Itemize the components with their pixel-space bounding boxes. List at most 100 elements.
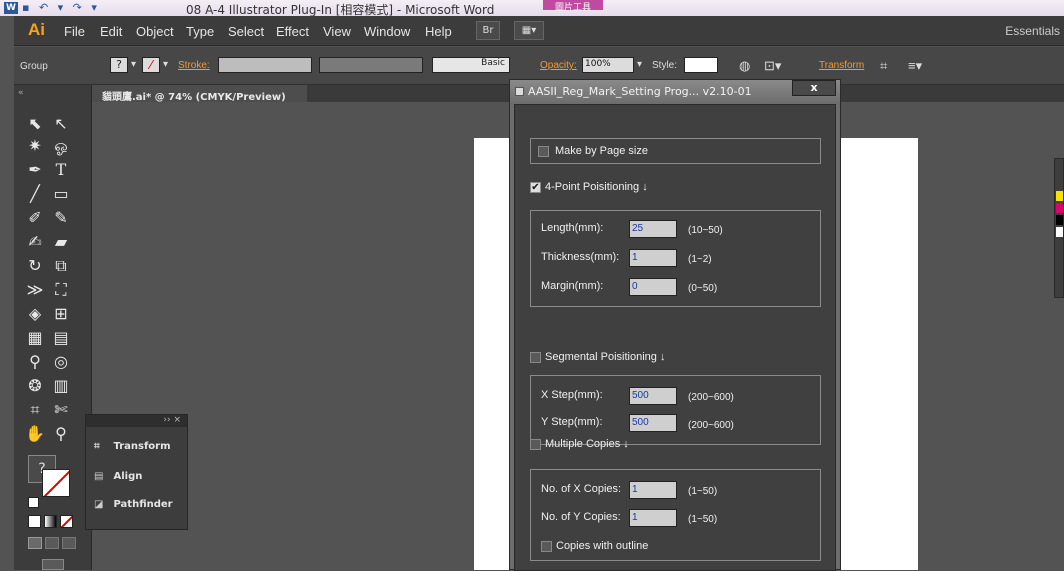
slice-tool-icon[interactable]: ✄ bbox=[50, 399, 72, 421]
illustrator-menu-bar: Ai File Edit Object Type Select Effect V… bbox=[14, 16, 1064, 46]
x-copies-input[interactable]: 1 bbox=[629, 481, 677, 499]
graphic-style-swatch[interactable] bbox=[684, 57, 718, 73]
symbol-sprayer-tool-icon[interactable]: ❂ bbox=[24, 375, 46, 397]
thickness-input[interactable]: 1 bbox=[629, 249, 677, 267]
panel-options-icon[interactable]: ≡▾ bbox=[908, 58, 922, 74]
hand-tool-icon[interactable]: ✋ bbox=[24, 423, 46, 445]
eraser-tool-icon[interactable]: ▰ bbox=[50, 231, 72, 253]
menu-window[interactable]: Window bbox=[364, 24, 410, 39]
lasso-tool-icon[interactable]: ஓ bbox=[50, 135, 72, 157]
opacity-dropdown-icon[interactable]: ▾ bbox=[637, 59, 642, 70]
arrange-documents-button[interactable]: ▦▾ bbox=[514, 21, 544, 40]
y-step-label: Y Step(mm): bbox=[541, 416, 603, 428]
opacity-field[interactable]: 100% bbox=[582, 57, 634, 73]
selection-tool-icon[interactable]: ⬉ bbox=[24, 113, 46, 135]
dialog-close-button[interactable]: x bbox=[792, 80, 836, 96]
default-colors-icon[interactable] bbox=[28, 497, 39, 508]
mesh-tool-icon[interactable]: ▦ bbox=[24, 327, 46, 349]
x-step-input[interactable]: 500 bbox=[629, 387, 677, 405]
artboard-tool-icon[interactable]: ⌗ bbox=[24, 399, 46, 421]
segmental-checkbox[interactable] bbox=[530, 352, 541, 363]
tools-panel: « ⬉ ↖ ✷ ஓ ✒ T ╱ ▭ ✐ ✎ ✍ ▰ ↻ ⧉ ≫ ⛶ ◈ ⊞ ▦ … bbox=[14, 85, 92, 570]
graph-tool-icon[interactable]: ▥ bbox=[50, 375, 72, 397]
panel-group-header[interactable]: ›› × bbox=[86, 415, 187, 427]
stroke-swatch[interactable]: ⁄ bbox=[142, 57, 160, 73]
multiple-copies-checkbox[interactable] bbox=[530, 439, 541, 450]
stroke-weight-field[interactable] bbox=[218, 57, 312, 73]
align-panel-button[interactable]: ▤ Align bbox=[94, 471, 186, 493]
pencil-tool-icon[interactable]: ✎ bbox=[50, 207, 72, 229]
zoom-tool-icon[interactable]: ⚲ bbox=[50, 423, 72, 445]
stroke-dropdown-icon[interactable]: ▾ bbox=[163, 59, 168, 70]
width-tool-icon[interactable]: ≫ bbox=[24, 279, 46, 301]
color-mode-icon[interactable] bbox=[28, 515, 41, 528]
collapse-panel-icon[interactable]: « bbox=[18, 88, 24, 98]
workspace-switcher[interactable]: Essentials bbox=[1005, 24, 1060, 38]
pen-tool-icon[interactable]: ✒ bbox=[24, 159, 46, 181]
y-copies-input[interactable]: 1 bbox=[629, 509, 677, 527]
four-point-checkbox[interactable]: ✔ bbox=[530, 182, 541, 193]
paintbrush-tool-icon[interactable]: ✐ bbox=[24, 207, 46, 229]
copies-outline-checkbox[interactable] bbox=[541, 541, 552, 552]
blob-brush-tool-icon[interactable]: ✍ bbox=[24, 231, 46, 253]
make-by-page-size-checkbox[interactable] bbox=[538, 146, 549, 157]
pathfinder-panel-button[interactable]: ◪ Pathfinder bbox=[94, 499, 186, 521]
dialog-title-bar[interactable]: AASII_Reg_Mark_Setting Prog... v2.10-01 bbox=[510, 80, 840, 102]
stroke-color-icon[interactable] bbox=[42, 469, 70, 497]
menu-type[interactable]: Type bbox=[186, 24, 214, 39]
stroke-label[interactable]: Stroke: bbox=[178, 60, 210, 71]
line-tool-icon[interactable]: ╱ bbox=[24, 183, 46, 205]
fill-swatch[interactable]: ? bbox=[110, 57, 128, 73]
length-input[interactable]: 25 bbox=[629, 220, 677, 238]
isolate-group-icon[interactable]: ⌗ bbox=[880, 58, 887, 74]
y-step-range: (200~600) bbox=[688, 420, 734, 431]
length-label: Length(mm): bbox=[541, 222, 604, 234]
type-tool-icon[interactable]: T bbox=[50, 159, 72, 181]
rectangle-tool-icon[interactable]: ▭ bbox=[50, 183, 72, 205]
none-mode-icon[interactable] bbox=[60, 515, 73, 528]
free-transform-tool-icon[interactable]: ⛶ bbox=[50, 279, 72, 301]
menu-object[interactable]: Object bbox=[136, 24, 174, 39]
margin-input[interactable]: 0 bbox=[629, 278, 677, 296]
bridge-button[interactable]: Br bbox=[476, 21, 500, 40]
menu-edit[interactable]: Edit bbox=[100, 24, 122, 39]
shape-builder-tool-icon[interactable]: ◈ bbox=[24, 303, 46, 325]
swatches-panel-edge[interactable] bbox=[1054, 158, 1064, 298]
menu-view[interactable]: View bbox=[323, 24, 351, 39]
rotate-tool-icon[interactable]: ↻ bbox=[24, 255, 46, 277]
fill-dropdown-icon[interactable]: ▾ bbox=[131, 59, 136, 70]
four-point-label: 4-Point Poisitioning ↓ bbox=[545, 181, 648, 193]
opacity-label[interactable]: Opacity: bbox=[540, 60, 577, 71]
blend-tool-icon[interactable]: ◎ bbox=[50, 351, 72, 373]
align-panel-label: Align bbox=[113, 471, 143, 482]
segmental-label: Segmental Poisitioning ↓ bbox=[545, 351, 666, 363]
eyedropper-tool-icon[interactable]: ⚲ bbox=[24, 351, 46, 373]
y-step-input[interactable]: 500 bbox=[629, 414, 677, 432]
align-to-icon[interactable]: ⊡▾ bbox=[764, 58, 781, 74]
draw-normal-icon[interactable] bbox=[28, 537, 42, 549]
scale-tool-icon[interactable]: ⧉ bbox=[50, 255, 72, 277]
screen-mode-icon[interactable] bbox=[42, 559, 64, 570]
transform-panel-button[interactable]: ⌗ Transform bbox=[94, 441, 186, 463]
variable-width-dropdown[interactable] bbox=[319, 57, 423, 73]
word-app-icon[interactable]: W bbox=[4, 2, 18, 14]
direct-selection-tool-icon[interactable]: ↖ bbox=[50, 113, 72, 135]
multiple-copies-group: No. of X Copies: 1 (1~50) No. of Y Copie… bbox=[530, 469, 821, 561]
perspective-grid-tool-icon[interactable]: ⊞ bbox=[50, 303, 72, 325]
picture-tools-tab[interactable]: 圖片工具 bbox=[543, 0, 603, 13]
document-tab[interactable]: 貓頭鷹.ai* @ 74% (CMYK/Preview) × bbox=[92, 85, 307, 114]
gradient-mode-icon[interactable] bbox=[44, 515, 57, 528]
menu-select[interactable]: Select bbox=[228, 24, 264, 39]
menu-effect[interactable]: Effect bbox=[276, 24, 309, 39]
gradient-tool-icon[interactable]: ▤ bbox=[50, 327, 72, 349]
menu-help[interactable]: Help bbox=[425, 24, 452, 39]
draw-inside-icon[interactable] bbox=[62, 537, 76, 549]
brush-definition-dropdown[interactable]: Basic bbox=[432, 57, 510, 73]
recolor-artwork-icon[interactable]: ◍ bbox=[739, 58, 750, 74]
quick-access-toolbar[interactable]: ▪ ↶ ▾ ↷ ▾ bbox=[22, 1, 100, 14]
draw-behind-icon[interactable] bbox=[45, 537, 59, 549]
transform-link[interactable]: Transform bbox=[819, 60, 864, 71]
menu-file[interactable]: File bbox=[64, 24, 85, 39]
reg-mark-setting-dialog: AASII_Reg_Mark_Setting Prog... v2.10-01 … bbox=[509, 79, 841, 571]
magic-wand-tool-icon[interactable]: ✷ bbox=[24, 135, 46, 157]
